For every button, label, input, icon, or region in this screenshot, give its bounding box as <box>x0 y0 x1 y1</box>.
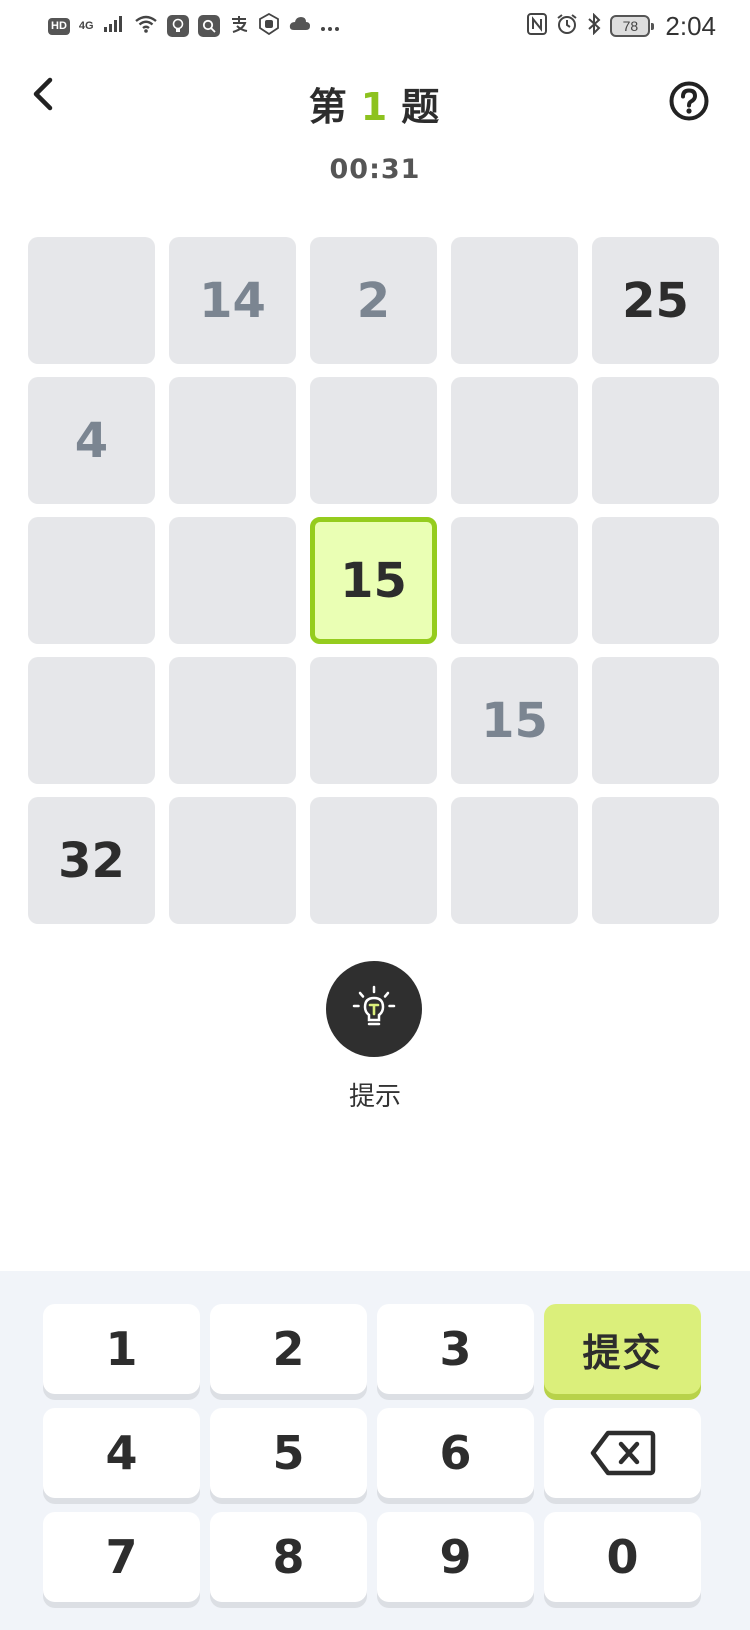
keypad-keys: 1 2 3 提交 4 5 6 7 8 9 0 <box>43 1304 701 1602</box>
grid-cell-r2-c3[interactable] <box>310 377 437 504</box>
status-bar: HD 4G 78 2:04 <box>0 0 750 52</box>
grid-cell-r3-c5[interactable] <box>592 517 719 644</box>
key-5[interactable]: 5 <box>210 1408 367 1498</box>
grid-cell-r4-c3[interactable] <box>310 657 437 784</box>
grid-cell-r1-c1[interactable] <box>28 237 155 364</box>
grid-cell-r1-c4[interactable] <box>451 237 578 364</box>
bluetooth-icon <box>587 12 601 39</box>
cloud-icon <box>289 16 311 36</box>
hand-shield-icon <box>258 12 280 39</box>
alipay-icon <box>229 14 249 38</box>
key-6[interactable]: 6 <box>377 1408 534 1498</box>
header: 第1题 <box>0 60 750 140</box>
grid-cell-r5-c4[interactable] <box>451 797 578 924</box>
grid-cell-r1-c3[interactable]: 2 <box>310 237 437 364</box>
grid-cell-r5-c3[interactable] <box>310 797 437 924</box>
grid-cell-r4-c5[interactable] <box>592 657 719 784</box>
hint-button[interactable] <box>326 961 422 1057</box>
status-left: HD 4G <box>48 12 340 39</box>
wifi-icon <box>134 15 158 37</box>
search-notify-icon <box>197 15 220 37</box>
question-number: 1 <box>360 85 390 129</box>
key-9[interactable]: 9 <box>377 1512 534 1602</box>
grid-cell-r2-c1[interactable]: 4 <box>28 377 155 504</box>
backspace-button[interactable] <box>544 1408 701 1498</box>
grid-cell-r5-c5[interactable] <box>592 797 719 924</box>
title-prefix: 第 <box>308 85 349 129</box>
title-suffix: 题 <box>401 85 442 129</box>
more-notifications-icon <box>320 17 340 36</box>
grid-cell-r2-c5[interactable] <box>592 377 719 504</box>
question-mark-icon <box>669 81 709 121</box>
puzzle-grid: 14 2 25 4 15 15 32 <box>28 237 722 924</box>
grid-cell-r4-c2[interactable] <box>169 657 296 784</box>
nfc-icon <box>527 13 548 39</box>
network-type: 4G <box>78 20 94 32</box>
key-7[interactable]: 7 <box>43 1512 200 1602</box>
page-title: 第1题 <box>0 76 750 131</box>
key-2[interactable]: 2 <box>210 1304 367 1394</box>
grid-cell-r3-c3[interactable]: 15 <box>310 517 437 644</box>
grid-cell-r2-c4[interactable] <box>451 377 578 504</box>
lightbulb-icon <box>352 985 396 1026</box>
status-right: 78 2:04 <box>527 11 716 42</box>
hd-badge: HD <box>48 17 70 35</box>
hint-label: 提示 <box>348 1082 401 1112</box>
grid-cell-r3-c1[interactable] <box>28 517 155 644</box>
key-8[interactable]: 8 <box>210 1512 367 1602</box>
grid-cell-r2-c2[interactable] <box>169 377 296 504</box>
grid-cell-r5-c1[interactable]: 32 <box>28 797 155 924</box>
key-4[interactable]: 4 <box>43 1408 200 1498</box>
signal-icon <box>103 15 125 37</box>
battery-indicator: 78 <box>610 15 655 37</box>
grid-cell-r1-c2[interactable]: 14 <box>169 237 296 364</box>
lightbulb-notify-icon <box>166 15 189 37</box>
submit-button[interactable]: 提交 <box>544 1304 701 1394</box>
clock: 2:04 <box>665 10 716 41</box>
grid-cell-r3-c4[interactable] <box>451 517 578 644</box>
grid-cell-r3-c2[interactable] <box>169 517 296 644</box>
key-1[interactable]: 1 <box>43 1304 200 1394</box>
grid-cell-r5-c2[interactable] <box>169 797 296 924</box>
grid-cell-r4-c4[interactable]: 15 <box>451 657 578 784</box>
key-0[interactable]: 0 <box>544 1512 701 1602</box>
alarm-icon <box>556 13 578 39</box>
timer: 00:31 <box>329 154 421 185</box>
grid-cell-r1-c5[interactable]: 25 <box>592 237 719 364</box>
backspace-icon <box>590 1430 655 1476</box>
key-3[interactable]: 3 <box>377 1304 534 1394</box>
grid-cell-r4-c1[interactable] <box>28 657 155 784</box>
help-button[interactable] <box>668 80 710 122</box>
keypad: 1 2 3 提交 4 5 6 7 8 9 0 <box>0 1271 750 1630</box>
